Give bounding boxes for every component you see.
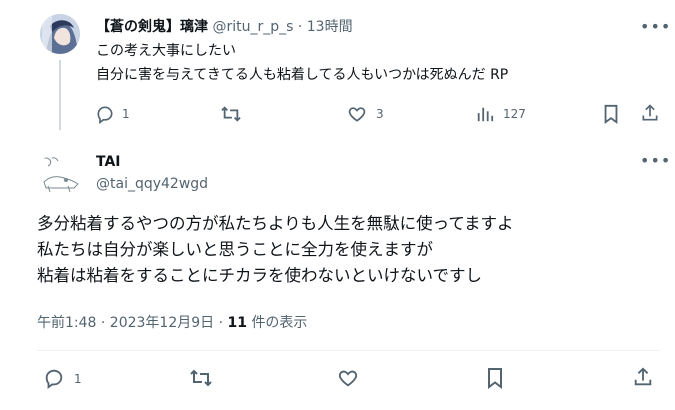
parent-more-icon[interactable]: ••• <box>640 19 671 35</box>
main-view-label: 件の表示 <box>251 315 308 331</box>
parent-text-line2: 自分に害を与えてきてる人も粘着してる人もいつかは死ぬんだ RP <box>96 67 509 83</box>
parent-display-name[interactable]: 【蒼の剣鬼】璃津 <box>96 19 208 35</box>
bookmark-icon[interactable] <box>602 104 620 124</box>
main-timestamp[interactable]: 午前1:48 · 2023年12月9日 <box>37 315 214 331</box>
parent-reply-count: 1 <box>122 107 130 121</box>
main-view-count: 11 <box>227 315 247 331</box>
parent-like-count: 3 <box>376 107 384 121</box>
retweet-icon[interactable] <box>220 104 242 124</box>
parent-text-line1: この考え大事にしたい <box>96 43 236 59</box>
parent-avatar[interactable] <box>40 14 80 54</box>
share-icon[interactable] <box>640 103 660 123</box>
views-icon[interactable] <box>476 105 494 123</box>
main-text-line2: 私たちは自分が楽しいと思うことに全力を使えますが <box>37 240 433 259</box>
reply-icon[interactable] <box>43 367 65 389</box>
parent-separator: · <box>297 19 303 35</box>
main-display-name[interactable]: TAI <box>96 152 121 172</box>
main-text-line1: 多分粘着するやつの方が私たちよりも人生を無駄に使ってますよ <box>37 214 514 233</box>
main-more-icon[interactable]: ••• <box>640 153 671 169</box>
share-icon[interactable] <box>632 366 654 388</box>
parent-time[interactable]: 13時間 <box>307 19 353 35</box>
main-meta-separator: · <box>218 315 224 331</box>
retweet-icon[interactable] <box>189 367 213 389</box>
parent-view-count: 127 <box>503 107 526 121</box>
main-meta: 午前1:48 · 2023年12月9日 · 11 件の表示 <box>37 313 307 333</box>
bookmark-icon[interactable] <box>485 367 505 389</box>
main-reply-count: 1 <box>74 372 82 386</box>
divider <box>37 350 661 351</box>
heart-icon[interactable] <box>337 367 359 389</box>
main-handle[interactable]: @tai_qqy42wgd <box>96 174 208 194</box>
reply-icon[interactable] <box>95 104 115 124</box>
main-avatar[interactable] <box>38 152 82 196</box>
thread-line <box>59 60 61 130</box>
heart-icon[interactable] <box>347 104 367 124</box>
main-text-line3: 粘着は粘着をすることにチカラを使わないといけないですし <box>37 266 483 285</box>
parent-handle[interactable]: @ritu_r_p_s <box>212 19 293 35</box>
parent-header: 【蒼の剣鬼】璃津 @ritu_r_p_s · 13時間 <box>96 17 353 37</box>
